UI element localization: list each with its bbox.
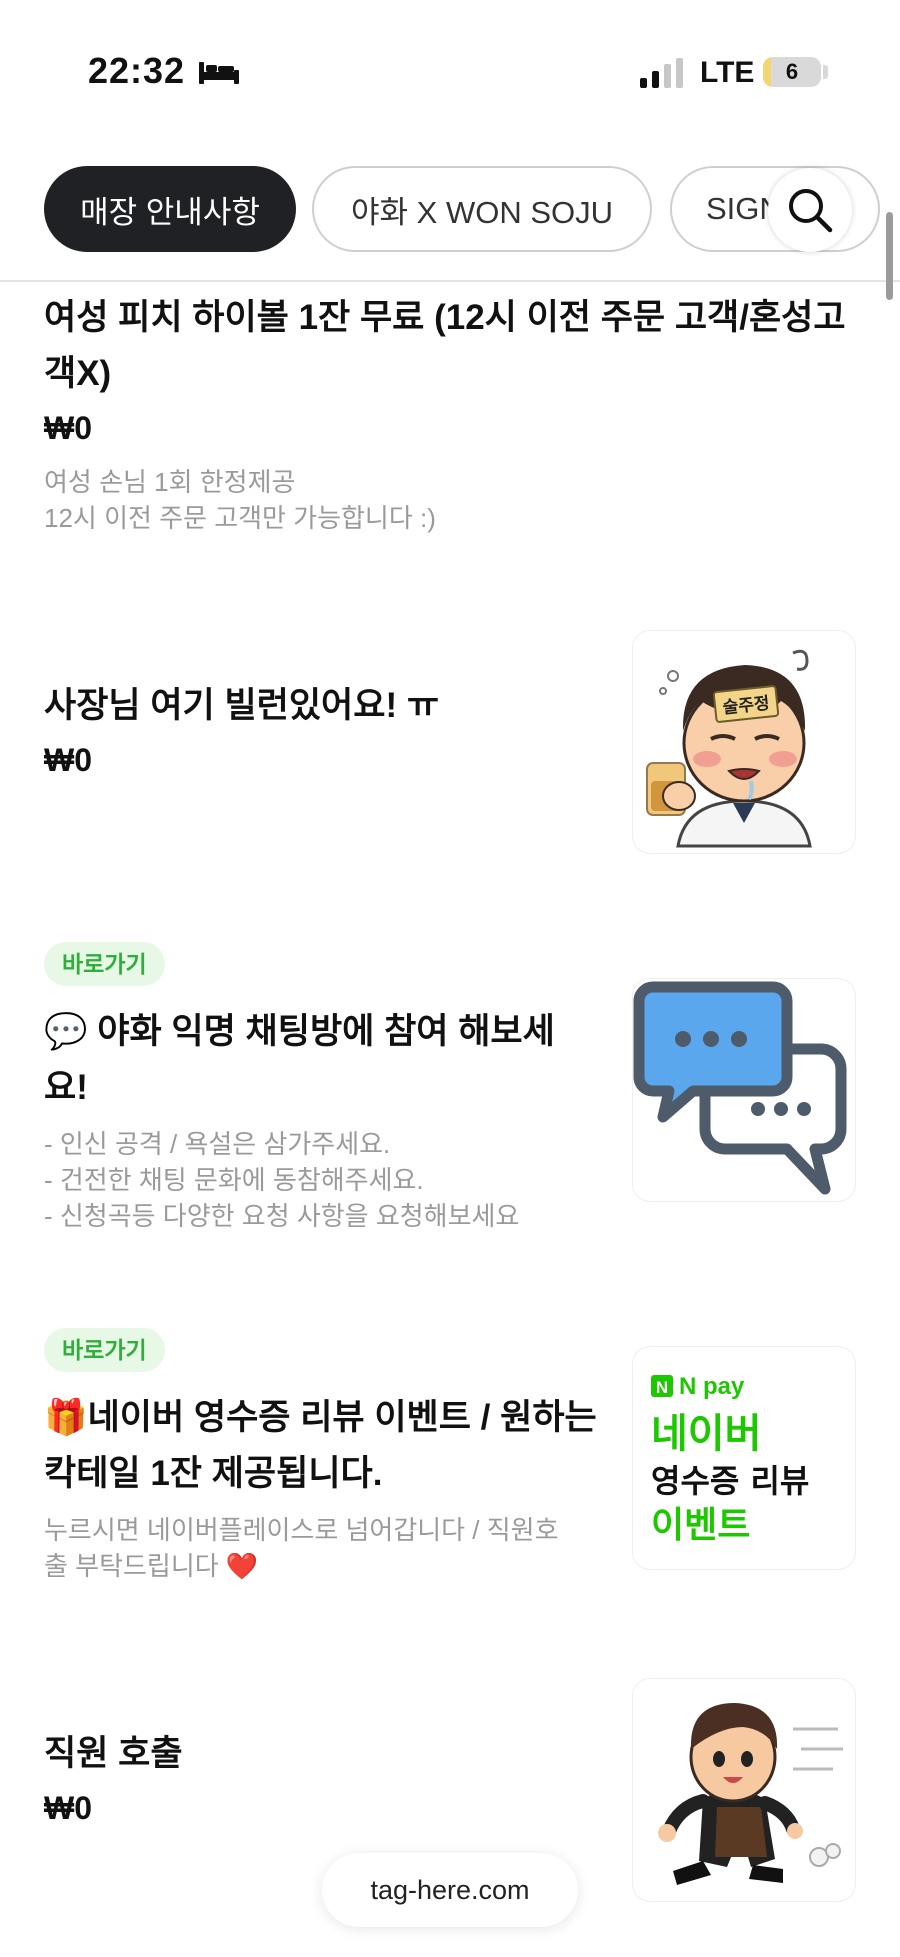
signal-icon	[640, 58, 683, 88]
item-description: - 인신 공격 / 욕설은 삼가주세요. - 건전한 채팅 문화에 동참해주세요…	[44, 1129, 520, 1231]
category-tabs: 매장 안내사항 야화 X WON SOJU SIGN	[0, 160, 900, 282]
battery-nub	[823, 65, 828, 79]
battery-indicator: 6	[763, 57, 821, 87]
tab-won-soju[interactable]: 야화 X WON SOJU	[312, 166, 652, 252]
event-line-1: 네이버	[651, 1411, 761, 1457]
item-image: N N pay 네이버 영수증 리뷰 이벤트	[632, 1346, 856, 1570]
chat-bubbles-icon	[633, 981, 847, 1195]
item-title: 💬 야화 익명 채팅방에 참여 해보세요!	[44, 1012, 555, 1107]
item-price: ₩0	[44, 1790, 92, 1826]
tab-store-notice[interactable]: 매장 안내사항	[44, 166, 296, 252]
running-waiter-illustration	[658, 1703, 843, 1885]
naver-pay-review-event: N N pay 네이버 영수증 리뷰 이벤트	[651, 1373, 809, 1546]
item-title: 직원 호출	[44, 1734, 183, 1773]
scrollbar[interactable]	[886, 212, 893, 300]
search-icon	[789, 189, 833, 233]
battery-level: 6	[785, 59, 799, 84]
item-image	[632, 1678, 856, 1902]
status-time: 22:32	[88, 50, 186, 91]
status-bar: 22:32 LTE 6	[0, 0, 900, 150]
item-price: ₩0	[44, 410, 92, 446]
event-line-2: 영수증 리뷰	[651, 1462, 809, 1500]
svg-text:N: N	[656, 1378, 668, 1397]
item-description: 여성 손님 1회 한정제공 12시 이전 주문 고객만 가능합니다 :)	[44, 467, 436, 533]
shortcut-badge: 바로가기	[44, 942, 165, 986]
bed-icon	[199, 62, 239, 84]
network-type: LTE	[700, 56, 755, 89]
item-price: ₩0	[44, 742, 92, 778]
search-button[interactable]	[768, 168, 852, 252]
item-title: 여성 피치 하이볼 1잔 무료 (12시 이전 주문 고객/혼성고객X)	[44, 298, 846, 393]
item-title: 사장님 여기 빌런있어요! ㅠ	[44, 686, 440, 725]
event-line-3: 이벤트	[651, 1505, 750, 1546]
shortcut-badge: 바로가기	[44, 1328, 165, 1372]
footer-domain-pill[interactable]: tag-here.com	[322, 1853, 578, 1927]
item-description: 누르시면 네이버플레이스로 넘어갑니다 / 직원호출 부탁드립니다 ❤️	[44, 1515, 559, 1581]
item-image	[632, 978, 856, 1202]
npay-brand: N pay	[679, 1373, 745, 1400]
drunk-man-illustration: 술주정	[646, 649, 812, 848]
item-image: 술주정	[632, 630, 856, 854]
item-title: 🎁네이버 영수증 리뷰 이벤트 / 원하는 칵테일 1잔 제공됩니다.	[44, 1398, 597, 1493]
